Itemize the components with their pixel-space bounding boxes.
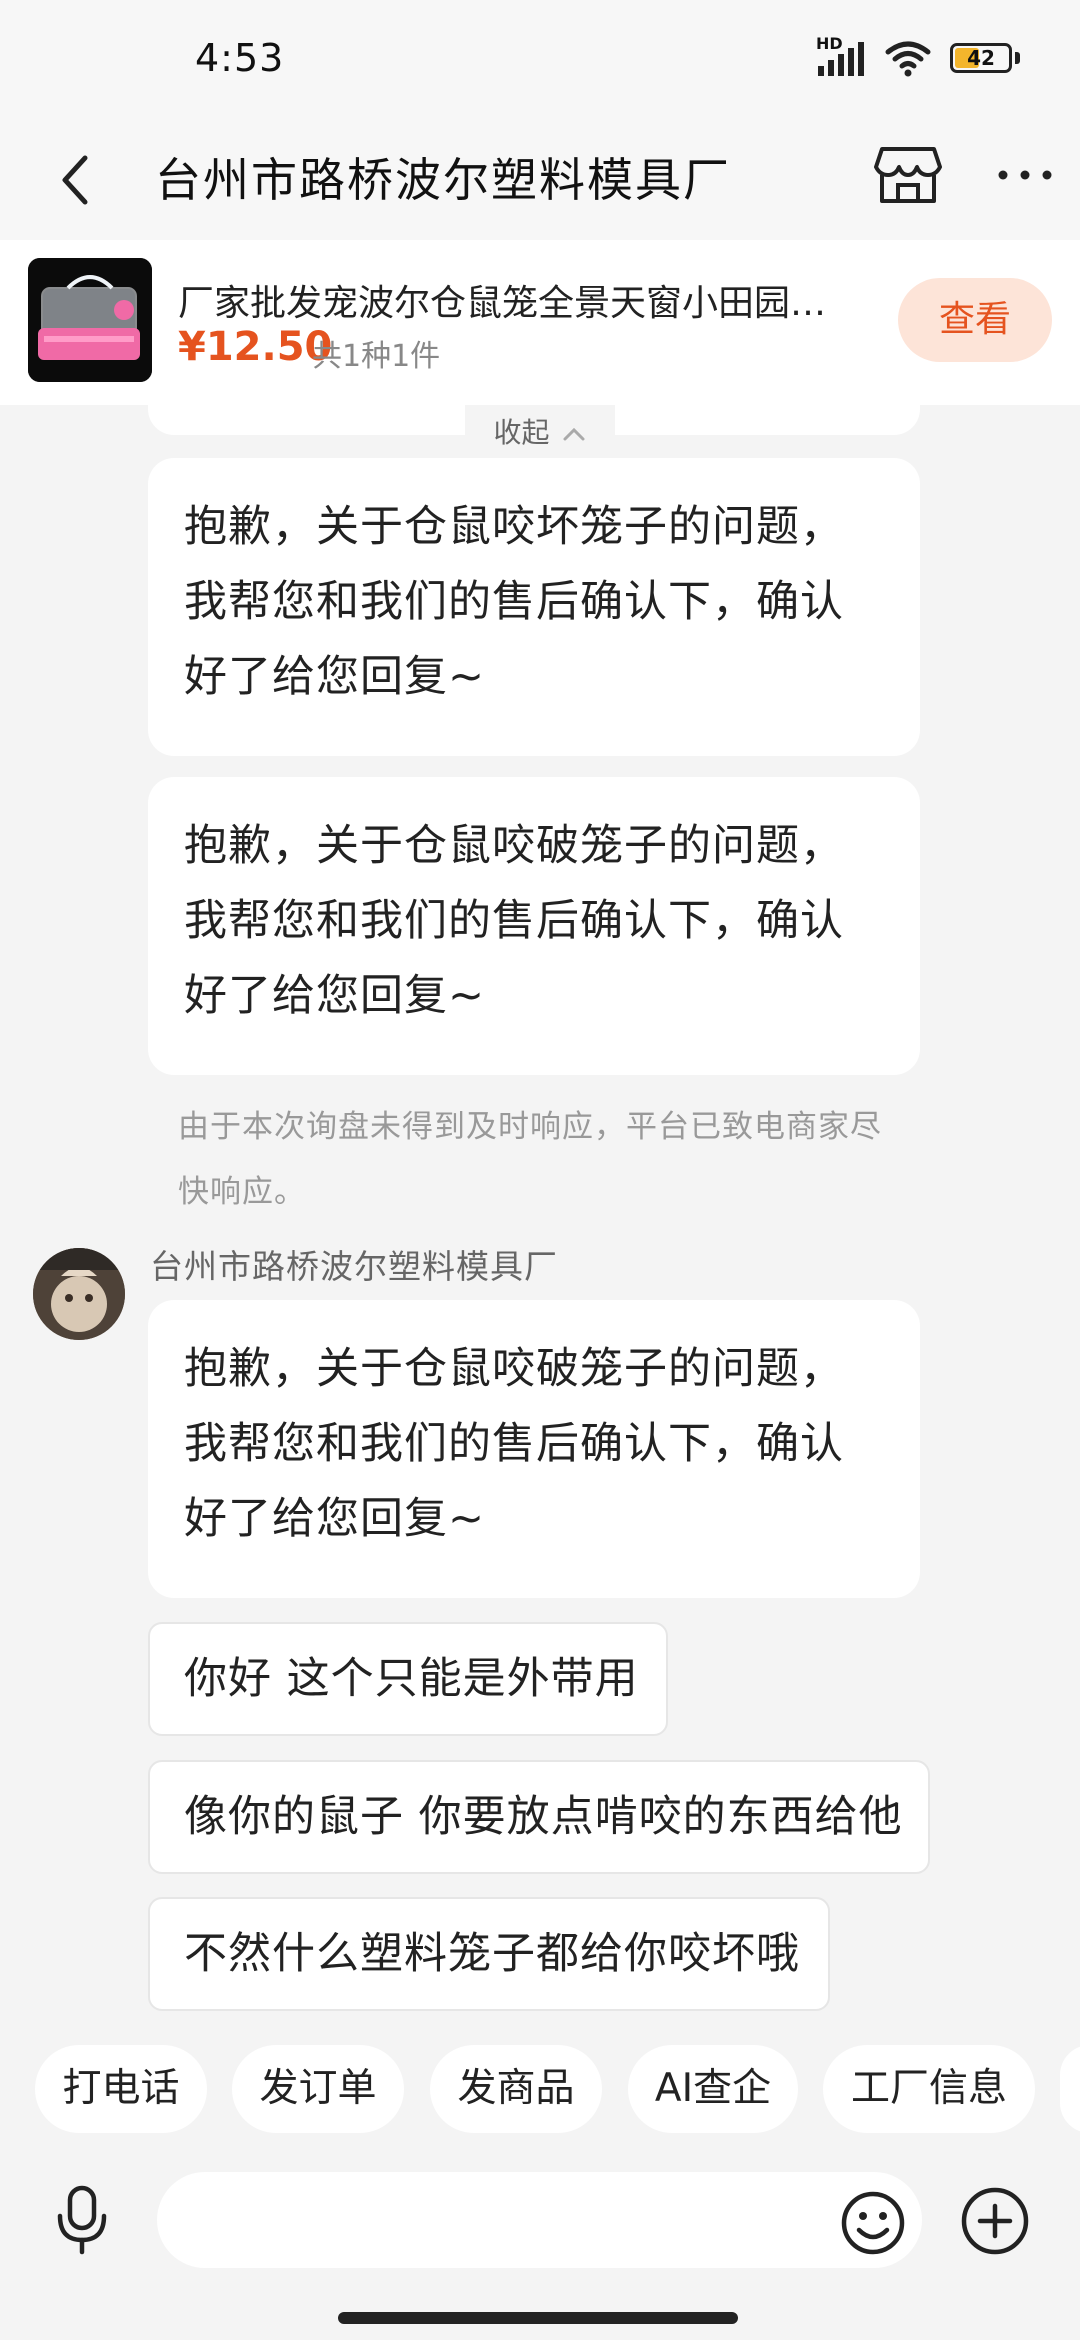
battery-level: 42	[967, 46, 995, 70]
product-card[interactable]: 厂家批发宠波尔仓鼠笼全景天窗小田园… ¥12.50 共1种1件 查看	[0, 240, 1080, 405]
product-price: ¥12.50	[178, 324, 333, 370]
message-bubble[interactable]: 抱歉，关于仓鼠咬破笼子的问题，我帮您和我们的售后确认下，确认好了给您回复~	[148, 1300, 920, 1598]
message-bubble[interactable]: 抱歉，关于仓鼠咬破笼子的问题，我帮您和我们的售后确认下，确认好了给您回复~	[148, 777, 920, 1075]
battery-cap	[1015, 52, 1020, 64]
emoji-button[interactable]	[838, 2188, 908, 2258]
more-button[interactable]	[990, 130, 1060, 220]
sender-name: 台州市路桥波尔塑料模具厂	[150, 1247, 558, 1286]
home-indicator[interactable]	[338, 2312, 738, 2324]
call-chip[interactable]: 打电话	[35, 2045, 207, 2133]
plus-button[interactable]	[958, 2184, 1032, 2258]
message-bubble[interactable]: 你好 这个只能是外带用	[148, 1622, 668, 1736]
status-icons: HD 42	[816, 34, 1020, 82]
message-input[interactable]	[157, 2172, 922, 2268]
quick-actions-bar: 打电话 发订单 发商品 AI查企 工厂信息	[0, 2045, 1080, 2135]
ai-company-check-chip[interactable]: AI查企	[628, 2045, 798, 2133]
shop-icon	[874, 147, 942, 203]
chevron-up-icon	[563, 427, 585, 441]
back-button[interactable]	[40, 140, 110, 220]
avatar[interactable]	[33, 1248, 125, 1340]
input-bar	[0, 2150, 1080, 2280]
chevron-left-icon	[62, 155, 88, 205]
wifi-icon	[884, 38, 932, 78]
message-bubble[interactable]: 像你的鼠子 你要放点啃咬的东西给他	[148, 1760, 930, 1874]
system-notice: 由于本次询盘未得到及时响应，平台已致电商家尽快响应。	[178, 1109, 882, 1210]
collapse-button[interactable]: 收起	[465, 405, 615, 461]
page-title: 台州市路桥波尔塑料模具厂	[155, 153, 731, 207]
more-dots-icon	[998, 170, 1052, 180]
send-product-chip[interactable]: 发商品	[430, 2045, 602, 2133]
status-bar: 4:53 HD 42	[0, 0, 1080, 120]
chat-header: 台州市路桥波尔塑料模具厂	[0, 120, 1080, 240]
signal-icon: HD	[816, 34, 866, 78]
microphone-icon	[57, 2185, 107, 2255]
more-chip-partial[interactable]	[1060, 2045, 1080, 2133]
message-bubble[interactable]: 抱歉，关于仓鼠咬坏笼子的问题，我帮您和我们的售后确认下，确认好了给您回复~	[148, 458, 920, 756]
factory-info-chip[interactable]: 工厂信息	[823, 2045, 1035, 2133]
shop-button[interactable]	[868, 130, 948, 220]
battery-icon: 42	[950, 43, 1012, 73]
product-image[interactable]	[28, 258, 152, 382]
send-order-chip[interactable]: 发订单	[232, 2045, 404, 2133]
collapse-label: 收起	[493, 416, 550, 449]
product-count: 共1种1件	[312, 339, 441, 374]
message-bubble[interactable]: 不然什么塑料笼子都给你咬坏哦	[148, 1897, 830, 2011]
smiley-icon	[841, 2191, 905, 2255]
view-product-button[interactable]: 查看	[898, 278, 1052, 362]
status-time: 4:53	[195, 36, 285, 80]
voice-button[interactable]	[42, 2180, 122, 2260]
plus-circle-icon	[961, 2187, 1029, 2255]
product-title[interactable]: 厂家批发宠波尔仓鼠笼全景天窗小田园…	[178, 274, 898, 326]
